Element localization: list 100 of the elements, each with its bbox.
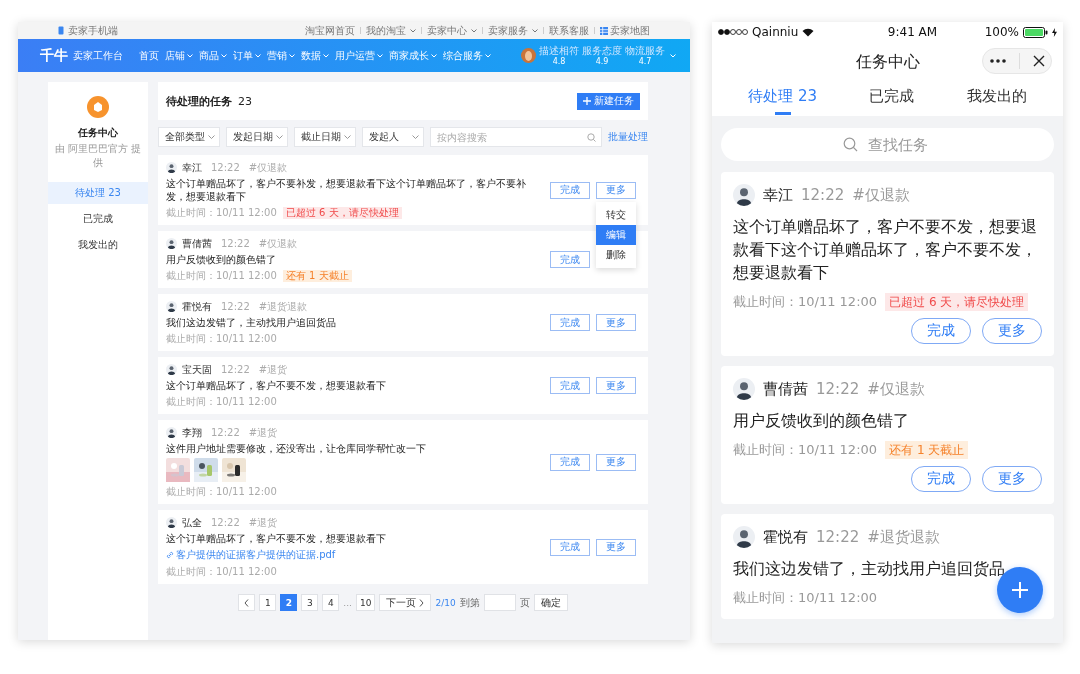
top-link[interactable]: 卖家地图 — [600, 24, 650, 37]
next-page-button[interactable]: 下一页 — [379, 594, 432, 611]
caret-icon — [377, 53, 383, 58]
page-button[interactable]: 4 — [322, 594, 340, 611]
new-task-button[interactable]: 新建任务 — [577, 92, 640, 110]
top-link[interactable]: 卖家中心 — [427, 24, 477, 37]
task-text: 用户反馈收到的颜色错了 — [733, 410, 910, 432]
status-tag: 已超过 6 天，请尽快处理 — [885, 293, 1029, 311]
batch-link[interactable]: 批量处理 — [608, 130, 648, 144]
avatar — [733, 184, 755, 206]
author-name: 弘全 — [182, 516, 202, 529]
complete-button[interactable]: 完成 — [550, 377, 590, 394]
more-button[interactable]: 更多 — [596, 377, 636, 394]
task-time: 12:22 — [221, 363, 250, 376]
task-text: 用户反馈收到的颜色错了 — [166, 253, 277, 266]
nav-item[interactable]: 用户运营 — [335, 48, 383, 63]
attachment-link[interactable]: 客户提供的证据客户提供的证据.pdf — [166, 548, 336, 562]
page-button[interactable]: 2 — [280, 594, 298, 611]
nav-item[interactable]: 数据 — [301, 48, 329, 63]
deadline-text: 截止时间：10/11 12:00 — [733, 589, 878, 607]
chevron-icon — [412, 135, 419, 139]
caret-icon — [289, 53, 295, 58]
more-button[interactable]: 更多 — [596, 314, 636, 331]
complete-button[interactable]: 完成 — [550, 181, 590, 199]
nav-item[interactable]: 首页 — [139, 48, 159, 63]
nav-item[interactable]: 商品 — [199, 48, 227, 63]
task-tag: #仅退款 — [852, 185, 910, 205]
task-tag: #仅退款 — [258, 237, 298, 250]
more-button[interactable]: 更多 — [596, 181, 636, 199]
author-name: 宝天固 — [182, 363, 212, 376]
filter-select[interactable]: 发起日期 — [226, 127, 288, 147]
filter-select[interactable]: 截止日期 — [294, 127, 356, 147]
author-name: 霍悦有 — [763, 527, 808, 547]
confirm-button[interactable]: 确定 — [533, 594, 568, 611]
complete-button[interactable]: 完成 — [550, 453, 590, 471]
tab[interactable]: 我发出的 — [966, 82, 1027, 116]
sidebar-subtitle: 由 阿里巴巴官方 提供 — [53, 142, 143, 170]
chevron-left-icon — [244, 598, 250, 607]
caret-icon — [485, 53, 491, 58]
nav-item[interactable]: 店铺 — [165, 48, 193, 63]
tab[interactable]: 已完成 — [869, 82, 915, 116]
more-button[interactable]: 更多 — [596, 538, 636, 556]
caret-icon — [532, 28, 538, 33]
filter-select[interactable]: 全部类型 — [158, 127, 220, 147]
chevron-icon — [208, 135, 215, 139]
task-time: 12:22 — [221, 300, 250, 313]
sidebar-item[interactable]: 已完成 — [48, 208, 148, 230]
more-button[interactable]: 更多 — [982, 466, 1042, 492]
complete-button[interactable]: 完成 — [550, 538, 590, 556]
search-field[interactable]: 按内容搜索 — [430, 127, 602, 147]
page-button[interactable]: 3 — [301, 594, 319, 611]
more-button[interactable]: 更多 — [982, 318, 1042, 344]
filter-select[interactable]: 发起人 — [362, 127, 424, 147]
menu-item[interactable]: 删除 — [596, 244, 636, 265]
task-text: 我们这边发错了，主动找用户追回货品 — [733, 558, 1006, 580]
screen-title: 任务中心 — [855, 51, 920, 73]
nav-item[interactable]: 综合服务 — [443, 48, 491, 63]
rating-label: 描述相符 — [539, 44, 579, 56]
avatar — [166, 427, 177, 438]
task-time: 12:22 — [801, 186, 845, 204]
author-name: 霍悦有 — [182, 300, 212, 313]
status-tag: 已超过 6 天，请尽快处理 — [282, 206, 402, 219]
top-link[interactable]: 我的淘宝 — [366, 24, 416, 37]
search-icon — [587, 133, 596, 142]
app-logo-icon — [87, 96, 109, 118]
nav-item[interactable]: 营销 — [267, 48, 295, 63]
page-status: 2/10 — [435, 597, 456, 608]
complete-button[interactable]: 完成 — [550, 314, 590, 331]
sidebar-item[interactable]: 我发出的 — [48, 234, 148, 256]
page-button[interactable]: 10 — [355, 594, 376, 611]
mobile-link[interactable]: 卖家手机端 — [68, 23, 118, 38]
more-icon[interactable] — [989, 59, 1006, 63]
page-input[interactable] — [483, 594, 516, 611]
task-text: 这件用户地址需要修改，还没寄出，让仓库同学帮忙改一下 — [166, 442, 427, 455]
goto-label: 到第 — [459, 595, 480, 610]
rating-label: 服务态度 — [582, 44, 622, 56]
complete-button[interactable]: 完成 — [911, 466, 971, 492]
sidebar-item[interactable]: 待处理 23 — [48, 182, 148, 204]
page-button[interactable]: 1 — [259, 594, 277, 611]
avatar — [166, 301, 177, 312]
author-name: 幸江 — [182, 161, 202, 174]
task-tag: #仅退款 — [248, 161, 288, 174]
avatar — [733, 526, 755, 548]
top-link[interactable]: 卖家服务 — [488, 24, 538, 37]
deadline-text: 截止时间：10/11 12:00 — [166, 332, 277, 345]
more-button[interactable]: 更多 — [596, 453, 636, 471]
task-tag: #退货退款 — [867, 527, 940, 547]
nav-item[interactable]: 商家成长 — [389, 48, 437, 63]
top-link[interactable]: 淘宝网首页 — [305, 24, 355, 37]
close-icon[interactable] — [1032, 55, 1045, 67]
complete-button[interactable]: 完成 — [911, 318, 971, 344]
complete-button[interactable]: 完成 — [550, 251, 590, 268]
nav-item[interactable]: 订单 — [233, 48, 261, 63]
search-field[interactable]: 查找任务 — [721, 128, 1054, 161]
task-text: 我们这边发错了，主动找用户追回货品 — [166, 316, 337, 329]
top-link[interactable]: 联系客服 — [549, 24, 589, 37]
menu-item[interactable]: 编辑 — [596, 224, 636, 245]
caret-icon — [323, 53, 329, 58]
author-name: 李翔 — [182, 426, 202, 439]
menu-item[interactable]: 转交 — [596, 204, 636, 225]
